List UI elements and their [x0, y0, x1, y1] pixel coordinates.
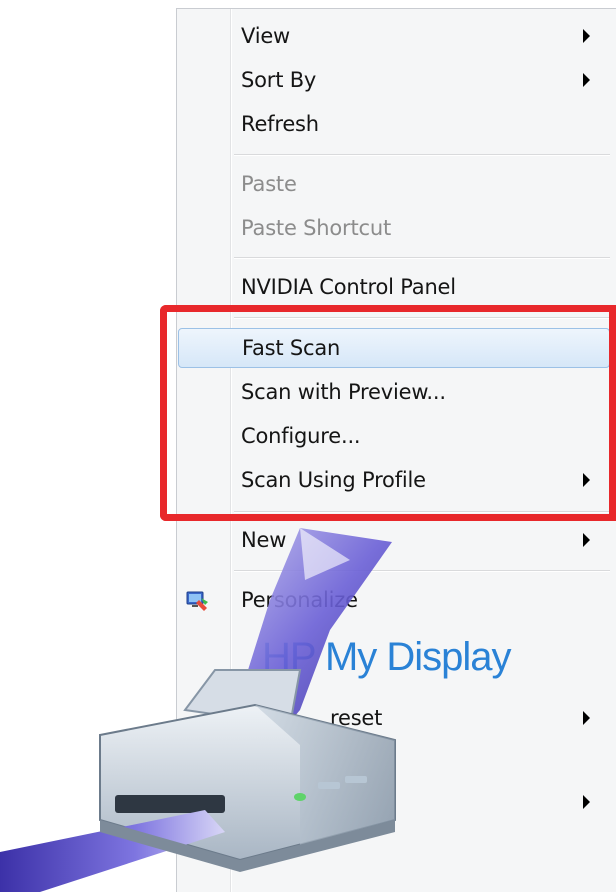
menu-item-label: Paste [241, 172, 297, 196]
highlight-box [160, 305, 616, 521]
menu-item-label: NVIDIA Control Panel [241, 275, 456, 299]
chevron-right-icon [583, 73, 590, 87]
chevron-right-icon [583, 533, 590, 547]
menu-separator [234, 154, 610, 156]
menu-item-label: View [241, 24, 291, 48]
menu-separator [234, 257, 610, 259]
menu-item-label: Refresh [241, 112, 319, 136]
menu-item-refresh[interactable]: Refresh [178, 104, 610, 144]
menu-item-paste-shortcut[interactable]: Paste Shortcut [178, 208, 610, 248]
menu-item-label: Sort By [241, 68, 317, 92]
scanner-printer-icon [0, 528, 396, 892]
chevron-right-icon [583, 29, 590, 43]
menu-item-nvidia-control-panel[interactable]: NVIDIA Control Panel [178, 267, 610, 307]
menu-item-view[interactable]: View [178, 16, 610, 56]
chevron-right-icon [583, 795, 590, 809]
menu-item-label: Paste Shortcut [241, 216, 392, 240]
chevron-right-icon [583, 711, 590, 725]
menu-item-paste[interactable]: Paste [178, 164, 610, 204]
menu-item-sort-by[interactable]: Sort By [178, 60, 610, 100]
